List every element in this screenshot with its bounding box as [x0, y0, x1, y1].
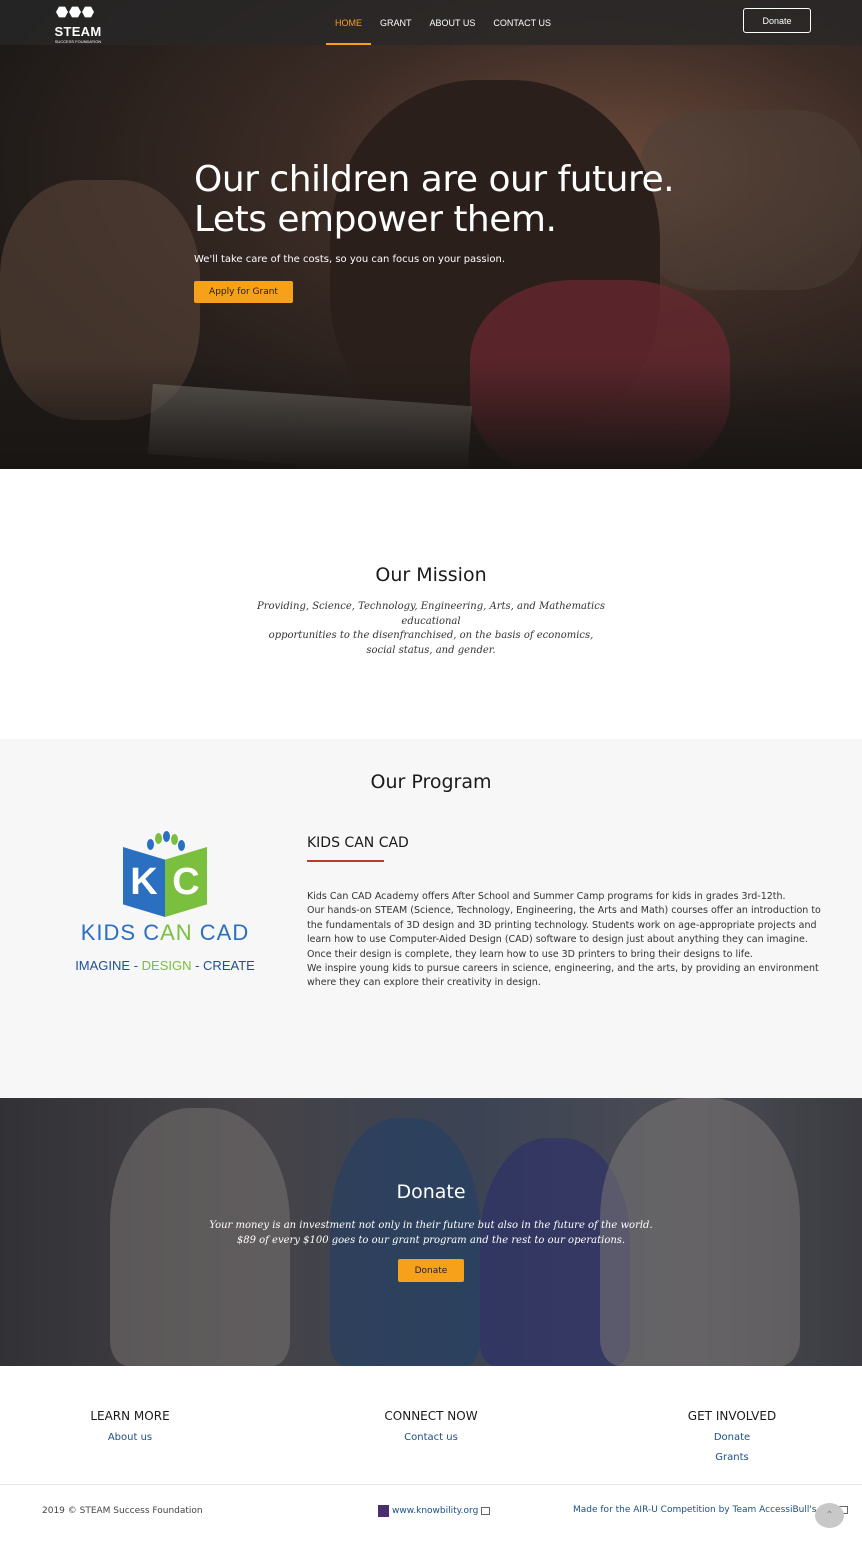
- top-navbar: STEAM SUCCESS FOUNDATION HOME GRANT ABOU…: [0, 0, 862, 45]
- logo-name-part: AN: [160, 920, 193, 945]
- donate-line: Your money is an investment not only in …: [209, 1220, 653, 1231]
- footer-link-donate[interactable]: Donate: [662, 1432, 802, 1443]
- donate-section: Donate Your money is an investment not o…: [0, 1098, 862, 1366]
- logo-hexagon: [56, 6, 68, 18]
- logo-book-icon: K C: [123, 847, 207, 917]
- program-section: Our Program K C KIDS CAN CAD IMAGINE - D…: [0, 739, 862, 1098]
- knowbility-text: www.knowbility.org: [392, 1506, 479, 1516]
- made-for-link[interactable]: Made for the AIR-U Competition by Team A…: [573, 1505, 848, 1515]
- main-nav: HOME GRANT ABOUT US CONTACT US: [326, 0, 560, 45]
- hero-subtitle: We'll take care of the costs, so you can…: [194, 254, 505, 265]
- footer-divider: [0, 1484, 862, 1485]
- logo-tag-part: - CREATE: [191, 958, 255, 973]
- mission-line: opportunities to the disenfranchised, on…: [268, 630, 594, 641]
- program-title: Our Program: [370, 771, 492, 793]
- footer-heading: LEARN MORE: [90, 1409, 170, 1423]
- logo-hexagon: [82, 6, 94, 18]
- nav-contact-us[interactable]: CONTACT US: [484, 0, 560, 45]
- logo-name-part: CAD: [192, 920, 250, 945]
- leaf: [171, 834, 178, 845]
- description-paragraph: Our hands-on STEAM (Science, Technology,…: [307, 905, 821, 960]
- logo-c: C: [165, 847, 207, 917]
- hero-photo-shade: [0, 360, 862, 469]
- external-link-icon: [481, 1507, 491, 1515]
- logo-subtext: SUCCESS FOUNDATION: [54, 39, 102, 44]
- donate-line: $89 of every $100 goes to our grant prog…: [236, 1234, 626, 1246]
- leaf: [163, 831, 170, 842]
- back-to-top-icon[interactable]: ⌃: [815, 1503, 844, 1528]
- footer-link-contact-us[interactable]: Contact us: [361, 1432, 501, 1443]
- footer-link-grants[interactable]: Grants: [662, 1452, 802, 1463]
- logo-tagline: IMAGINE - DESIGN - CREATE: [40, 958, 290, 973]
- mission-title: Our Mission: [375, 564, 487, 586]
- mission-section: Our Mission Providing, Science, Technolo…: [0, 469, 862, 739]
- header-donate-button[interactable]: Donate: [743, 8, 811, 33]
- made-for-text: Made for the AIR-U Competition by Team A…: [573, 1505, 836, 1515]
- logo-k: K: [123, 847, 165, 917]
- footer-heading: CONNECT NOW: [384, 1409, 478, 1423]
- mission-line: Providing, Science, Technology, Engineer…: [257, 601, 605, 627]
- steam-logo-icon[interactable]: STEAM SUCCESS FOUNDATION: [48, 2, 108, 44]
- nav-grant[interactable]: GRANT: [371, 0, 421, 45]
- logo-tag-part: DESIGN: [141, 958, 192, 973]
- knowbility-icon: [378, 1505, 389, 1517]
- logo-tag-part: IMAGINE -: [75, 958, 142, 973]
- logo-name: KIDS CAN CAD: [40, 920, 290, 946]
- nav-about-us[interactable]: ABOUT US: [421, 0, 485, 45]
- mission-text: Providing, Science, Technology, Engineer…: [231, 600, 631, 658]
- kids-can-cad-description: Kids Can CAD Academy offers After School…: [307, 890, 827, 991]
- donate-title: Donate: [396, 1181, 466, 1203]
- footer: LEARN MORE About us CONNECT NOW Contact …: [0, 1366, 862, 1544]
- footer-get-involved: GET INVOLVED Donate Grants: [662, 1409, 802, 1463]
- logo-text: STEAM: [54, 24, 102, 39]
- description-paragraph: Kids Can CAD Academy offers After School…: [307, 891, 786, 902]
- logo-name-part: KIDS C: [80, 920, 161, 945]
- hero-title-line1: Our children are our future.: [194, 159, 675, 200]
- leaf: [155, 833, 162, 844]
- kids-can-cad-title: KIDS CAN CAD: [307, 835, 409, 851]
- copyright: 2019 © STEAM Success Foundation: [42, 1506, 203, 1516]
- apply-for-grant-button[interactable]: Apply for Grant: [194, 281, 293, 303]
- hero-title-line2: Lets empower them.: [194, 199, 557, 240]
- nav-home[interactable]: HOME: [326, 0, 371, 45]
- hero-title: Our children are our future. Lets empowe…: [194, 160, 754, 240]
- hero-section: STEAM SUCCESS FOUNDATION HOME GRANT ABOU…: [0, 0, 862, 469]
- title-underline: [307, 860, 384, 862]
- donate-text: Your money is an investment not only in …: [181, 1219, 681, 1248]
- donate-button[interactable]: Donate: [398, 1259, 464, 1282]
- logo-hexagon: [69, 6, 81, 18]
- description-paragraph: We inspire young kids to pursue careers …: [307, 963, 819, 989]
- mission-line: social status, and gender.: [366, 644, 496, 656]
- footer-connect-now: CONNECT NOW Contact us: [361, 1409, 501, 1443]
- footer-learn-more: LEARN MORE About us: [60, 1409, 200, 1443]
- knowbility-link[interactable]: www.knowbility.org: [378, 1505, 491, 1517]
- footer-link-about-us[interactable]: About us: [60, 1432, 200, 1443]
- footer-heading: GET INVOLVED: [687, 1409, 777, 1423]
